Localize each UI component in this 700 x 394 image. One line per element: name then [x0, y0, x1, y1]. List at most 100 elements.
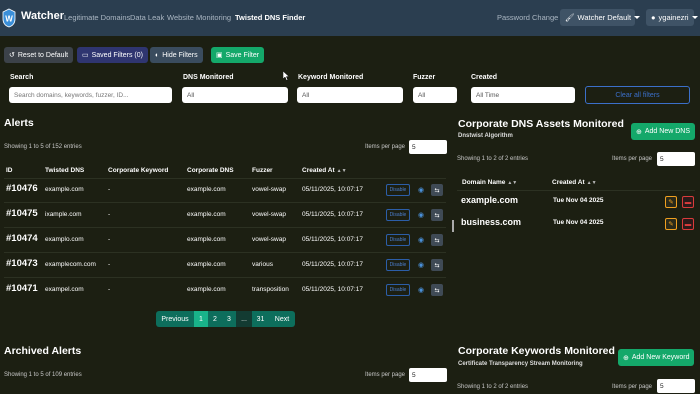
keyword-monitored-value: All — [302, 91, 310, 99]
add-new-keyword-button[interactable]: ⊕ Add New Keyword — [618, 349, 695, 366]
alerts-items-per-page-input[interactable]: 5 — [409, 140, 447, 154]
password-change-link[interactable]: Password Change — [497, 13, 558, 22]
alert-id: #10476 — [6, 183, 38, 194]
user-dropdown[interactable]: ● ygainezri — [646, 9, 698, 26]
save-icon: ▣ — [216, 52, 223, 59]
eye-slash-icon: ◐ — [155, 51, 160, 59]
dns-monitored-label: DNS Monitored — [183, 74, 234, 81]
eye-slash-icon[interactable]: ◉ — [415, 284, 427, 296]
eye-slash-icon[interactable]: ◉ — [415, 234, 427, 246]
eye-slash-icon[interactable]: ◉ — [415, 184, 427, 196]
col-created-at[interactable]: Created At ▲▼ — [302, 167, 347, 174]
theme-label: Watcher Default — [577, 13, 632, 22]
created-at: 05/11/2025, 10:07:17 — [302, 211, 363, 218]
corporate-dns-items-per-page-input[interactable]: 5 — [657, 152, 695, 166]
pagination-next[interactable]: Next — [269, 311, 295, 327]
twisted-dns: example.com — [45, 186, 84, 193]
twisted-dns: ixample.com — [45, 211, 82, 218]
col-id[interactable]: ID — [6, 167, 13, 174]
watcher-logo-icon[interactable]: W — [2, 8, 16, 28]
eye-slash-icon[interactable]: ◉ — [415, 259, 427, 271]
col-domain-name[interactable]: Domain Name ▲▼ — [462, 179, 517, 186]
col-dns-created-at[interactable]: Created At ▲▼ — [552, 179, 597, 186]
pagination-page-2[interactable]: 2 — [208, 311, 222, 327]
alert-id: #10475 — [6, 208, 38, 219]
nav-legitimate-domains[interactable]: Legitimate Domains — [64, 13, 130, 22]
alerts-title: Alerts — [4, 117, 34, 129]
created-at: 05/11/2025, 10:07:17 — [302, 236, 363, 243]
eye-slash-icon[interactable]: ◉ — [415, 209, 427, 221]
alert-id: #10474 — [6, 233, 38, 244]
disable-button[interactable]: Disable — [386, 234, 410, 246]
archived-items-per-page-value: 5 — [412, 371, 416, 379]
disable-button[interactable]: Disable — [386, 209, 410, 221]
fuzzer-select[interactable]: All — [413, 87, 457, 103]
corporate-keyword: - — [108, 211, 111, 218]
edit-icon[interactable]: ✎ — [665, 196, 677, 208]
save-filter-button[interactable]: ▣ Save Filter — [211, 47, 265, 63]
disable-button[interactable]: Disable — [386, 259, 410, 271]
edit-icon[interactable]: ✎ — [665, 218, 677, 230]
transfer-icon[interactable]: ⇆ — [431, 209, 443, 221]
trash-icon[interactable]: ▬ — [682, 196, 694, 208]
transfer-icon[interactable]: ⇆ — [431, 259, 443, 271]
archived-alerts-title: Archived Alerts — [4, 345, 82, 357]
user-icon: ● — [651, 13, 656, 22]
hide-filters-label: Hide Filters — [162, 51, 198, 59]
items-per-page-value: 5 — [412, 143, 416, 151]
disable-button[interactable]: Disable — [386, 184, 410, 196]
col-corporate-keyword[interactable]: Corporate Keyword — [108, 167, 168, 174]
dns-created-at: Tue Nov 04 2025 — [553, 219, 604, 226]
search-input[interactable] — [9, 87, 172, 103]
corporate-dns: example.com — [187, 211, 226, 218]
corporate-keywords-items-per-page-value: 5 — [660, 382, 664, 390]
disable-button[interactable]: Disable — [386, 284, 410, 296]
transfer-icon[interactable]: ⇆ — [431, 234, 443, 246]
add-new-dns-button[interactable]: ⊕ Add New DNS — [631, 123, 696, 140]
header-divider — [4, 178, 446, 179]
corporate-dns: example.com — [187, 286, 226, 293]
svg-text:W: W — [5, 15, 13, 24]
nav-data-leak[interactable]: Data Leak — [130, 13, 164, 22]
archived-items-per-page-label: Items per page — [365, 372, 406, 378]
add-new-keyword-label: Add New Keyword — [631, 354, 690, 361]
nav-twisted-dns-finder[interactable]: Twisted DNS Finder — [235, 13, 305, 22]
trash-icon[interactable]: ▬ — [682, 218, 694, 230]
brand-name[interactable]: Watcher — [21, 10, 64, 22]
fuzzer: various — [252, 261, 273, 268]
corporate-keywords-items-per-page-label: Items per page — [612, 384, 653, 390]
pagination-page-3[interactable]: 3 — [222, 311, 236, 327]
corporate-keywords-items-per-page-input[interactable]: 5 — [657, 379, 695, 393]
search-label: Search — [10, 74, 34, 81]
row-divider — [4, 252, 446, 253]
transfer-icon[interactable]: ⇆ — [431, 284, 443, 296]
dns-monitored-select[interactable]: All — [182, 87, 288, 103]
col-corporate-dns[interactable]: Corporate DNS — [187, 167, 234, 174]
corporate-keyword: - — [108, 236, 111, 243]
twisted-dns: examplecom.com — [45, 261, 96, 268]
archived-items-per-page-input[interactable]: 5 — [409, 368, 447, 382]
col-twisted-dns[interactable]: Twisted DNS — [45, 167, 84, 174]
col-dns-created-at-label: Created At — [552, 179, 585, 186]
chevron-down-icon — [691, 16, 698, 19]
palette-icon: 🖌 — [565, 13, 575, 22]
created-select[interactable]: All Time — [471, 87, 575, 103]
saved-filters-button[interactable]: ▭ Saved Filters (0) — [77, 47, 148, 63]
dns-monitored-value: All — [187, 91, 195, 99]
pagination-page-31[interactable]: 31 — [252, 311, 269, 327]
saved-filters-label: Saved Filters (0) — [91, 51, 143, 59]
transfer-icon[interactable]: ⇆ — [431, 184, 443, 196]
keyword-monitored-select[interactable]: All — [297, 87, 403, 103]
sort-icon: ▲▼ — [507, 180, 518, 186]
nav-website-monitoring[interactable]: Website Monitoring — [167, 13, 231, 22]
clear-all-filters-button[interactable]: Clear all filters — [585, 86, 690, 104]
hide-filters-button[interactable]: ◐ Hide Filters — [150, 47, 203, 63]
panel-resize-handle[interactable] — [452, 220, 454, 232]
col-fuzzer[interactable]: Fuzzer — [252, 167, 273, 174]
navbar: W Watcher Legitimate Domains Data Leak W… — [0, 0, 700, 36]
corporate-keyword: - — [108, 261, 111, 268]
pagination-page-1[interactable]: 1 — [194, 311, 208, 327]
reset-default-button[interactable]: ↺ Reset to Default — [4, 47, 74, 63]
pagination-previous[interactable]: Previous — [156, 311, 194, 327]
theme-dropdown[interactable]: 🖌 Watcher Default — [560, 9, 641, 26]
